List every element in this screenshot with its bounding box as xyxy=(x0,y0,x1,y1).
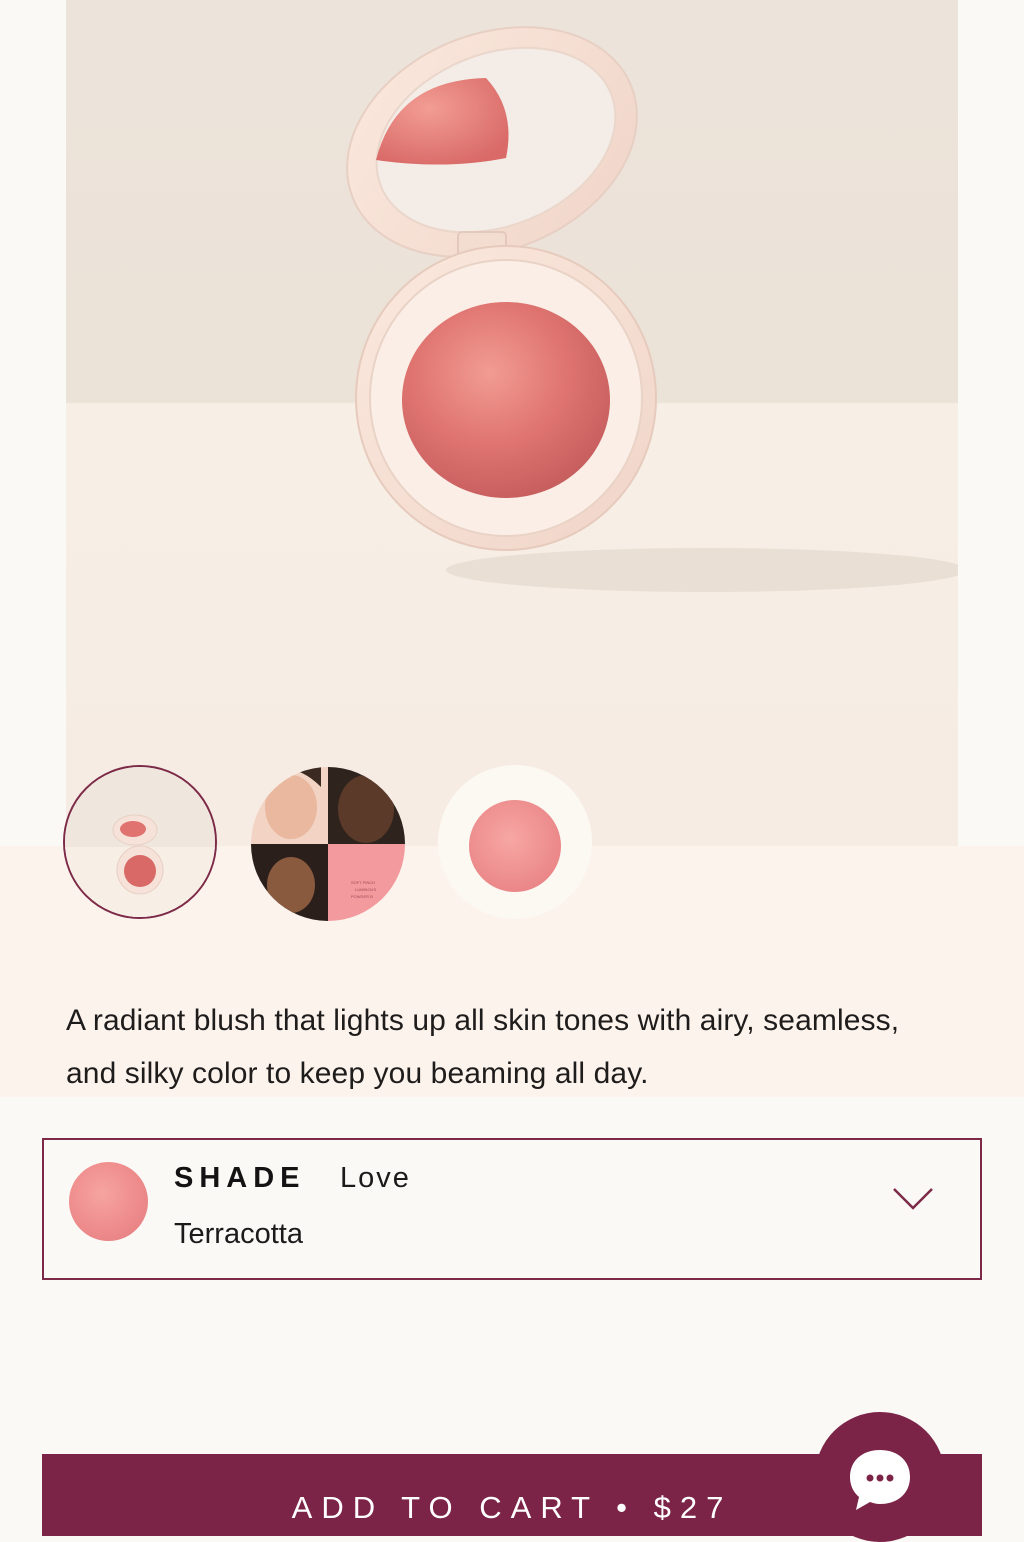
product-description: A radiant blush that lights up all skin … xyxy=(66,1004,900,1090)
thumbnail-compact[interactable] xyxy=(63,765,217,919)
thumbnail-models[interactable]: SOFT PINCH LUMINOUS POWDER B xyxy=(251,767,405,921)
shade-label: SHADE xyxy=(174,1162,306,1194)
chat-bubble-icon xyxy=(850,1450,910,1510)
product-image xyxy=(66,0,958,846)
svg-text:LUMINOUS: LUMINOUS xyxy=(355,887,376,892)
shade-subtitle: Terracotta xyxy=(174,1218,303,1250)
shade-value: Love xyxy=(340,1162,411,1194)
thumbnail-swatch[interactable] xyxy=(438,765,592,919)
svg-text:POWDER B: POWDER B xyxy=(351,894,373,899)
shade-selector[interactable]: SHADE Love Terracotta xyxy=(42,1138,982,1280)
chevron-down-icon xyxy=(893,1188,933,1210)
shade-swatch xyxy=(69,1162,148,1241)
chat-button[interactable] xyxy=(815,1412,945,1542)
svg-text:SOFT PINCH: SOFT PINCH xyxy=(351,880,375,885)
